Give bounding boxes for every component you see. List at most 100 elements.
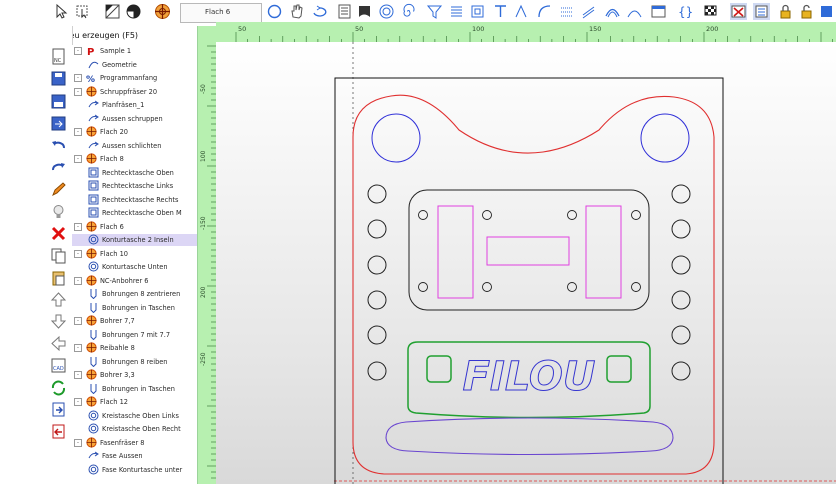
export-icon[interactable]: [50, 115, 67, 132]
lightbulb-icon[interactable]: [50, 203, 67, 220]
pan-hand-icon[interactable]: [288, 3, 305, 20]
center-pocket[interactable]: [408, 189, 650, 311]
collapse-toggle-icon[interactable]: -: [74, 47, 82, 55]
delete-icon[interactable]: [50, 225, 67, 242]
pocket-small-holes[interactable]: [418, 210, 641, 292]
bottom-slot[interactable]: [385, 417, 674, 456]
material-icon[interactable]: [104, 3, 121, 20]
collapse-toggle-icon[interactable]: -: [74, 398, 82, 406]
engraved-text[interactable]: FILOU: [462, 354, 596, 401]
tree-item[interactable]: Konturtasche 2 Inseln: [72, 234, 197, 246]
tree-group[interactable]: -% Programmanfang: [72, 72, 197, 85]
grid-dots-icon[interactable]: [558, 3, 575, 20]
tree-item[interactable]: Aussen schruppen: [72, 113, 197, 125]
tree-item[interactable]: Rechtecktasche Oben M: [72, 207, 197, 219]
circle-top-left[interactable]: [371, 113, 421, 163]
hatch-icon[interactable]: [580, 3, 597, 20]
checkered-flag-icon[interactable]: [702, 3, 719, 20]
tool-shape-icon[interactable]: [356, 3, 373, 20]
collapse-toggle-icon[interactable]: -: [74, 317, 82, 325]
tree-item[interactable]: Bohrungen 8 reiben: [72, 356, 197, 368]
holes-left[interactable]: [367, 184, 387, 381]
section-icon[interactable]: [336, 3, 353, 20]
tree-group[interactable]: - P Sample 1: [72, 45, 197, 58]
halftone-icon[interactable]: [125, 3, 142, 20]
island-right[interactable]: [606, 355, 632, 383]
double-arc-icon[interactable]: [626, 3, 643, 20]
layer-select[interactable]: Flach 6: [180, 3, 262, 23]
tree-item[interactable]: Rechtecktasche Rechts: [72, 194, 197, 206]
copy-icon[interactable]: [50, 247, 67, 264]
tree-group[interactable]: - Flach 12: [72, 396, 197, 408]
t-bar-icon[interactable]: [492, 3, 509, 20]
tree-group[interactable]: - Flach 8: [72, 153, 197, 165]
tree-item[interactable]: Bohrungen 7 mit 7.7: [72, 329, 197, 341]
delete-x-icon[interactable]: [730, 3, 747, 20]
tree-item[interactable]: Fase Konturtasche unter: [72, 464, 197, 476]
paste-icon[interactable]: [50, 269, 67, 286]
spiral-icon[interactable]: [400, 3, 417, 20]
tree-group[interactable]: - Flach 6: [72, 220, 197, 233]
braces-icon[interactable]: {}: [676, 3, 693, 20]
tree-item[interactable]: Geometrie: [72, 59, 197, 71]
tree-group[interactable]: - Flach 10: [72, 247, 197, 260]
collapse-toggle-icon[interactable]: -: [74, 344, 82, 352]
tree-group[interactable]: - Fasenfräser 8: [72, 436, 197, 449]
circle-pattern-icon[interactable]: [378, 3, 395, 20]
tree-item[interactable]: Bohrungen in Taschen: [72, 383, 197, 395]
tree-item[interactable]: Planfräsen_1: [72, 99, 197, 111]
zoom-window-icon[interactable]: [74, 3, 91, 20]
cad-drawing[interactable]: FILOU: [216, 42, 836, 484]
collapse-toggle-icon[interactable]: -: [74, 249, 82, 258]
arc-icon[interactable]: [604, 3, 621, 20]
lock-icon[interactable]: [777, 3, 794, 20]
select-arrow-icon[interactable]: [54, 3, 71, 20]
tree-item[interactable]: Bohrungen in Taschen: [72, 302, 197, 314]
collapse-toggle-icon[interactable]: -: [74, 371, 82, 379]
nullpunkt-icon[interactable]: [154, 3, 171, 20]
regenerate-icon[interactable]: [50, 379, 67, 396]
tree-item[interactable]: Konturtasche Unten: [72, 261, 197, 273]
tree-item[interactable]: Rechtecktasche Oben: [72, 167, 197, 179]
cad-icon[interactable]: CAD: [50, 357, 67, 374]
collapse-toggle-icon[interactable]: -: [74, 155, 82, 163]
pocket-left[interactable]: [437, 205, 474, 299]
filter-icon[interactable]: [426, 3, 443, 20]
collapse-toggle-icon[interactable]: -: [74, 222, 82, 231]
tree-item[interactable]: Aussen schlichten: [72, 140, 197, 152]
pocket-right[interactable]: [585, 205, 622, 299]
undo-icon[interactable]: [50, 137, 67, 154]
tree-item[interactable]: Rechtecktasche Links: [72, 180, 197, 192]
bevel-icon[interactable]: [536, 3, 553, 20]
tree-group[interactable]: - Flach 20: [72, 126, 197, 138]
tree-item[interactable]: Bohrungen 8 zentrieren: [72, 288, 197, 300]
tree-item[interactable]: Kreistasche Oben Recht: [72, 423, 197, 435]
tree-group[interactable]: - Bohrer 3,3: [72, 369, 197, 381]
tree-group[interactable]: - Bohrer 7,7: [72, 315, 197, 327]
tree-group[interactable]: - Reibahle 8: [72, 342, 197, 354]
engrave-icon[interactable]: [513, 3, 530, 20]
rotate-3d-icon[interactable]: [311, 3, 328, 20]
island-left[interactable]: [426, 355, 452, 383]
tree-group[interactable]: - Schruppfräser 20: [72, 85, 197, 98]
pencil-icon[interactable]: [50, 181, 67, 198]
collapse-toggle-icon[interactable]: -: [74, 128, 82, 136]
collapse-toggle-icon[interactable]: -: [74, 438, 82, 447]
unlock-icon[interactable]: [798, 3, 815, 20]
layers-icon[interactable]: [753, 3, 770, 20]
nc-file-icon[interactable]: NC: [50, 48, 67, 65]
tree-item[interactable]: Kreistasche Oben Links: [72, 410, 197, 422]
move-left-icon[interactable]: [50, 335, 67, 352]
tree-group[interactable]: - NC-Anbohrer 6: [72, 274, 197, 287]
holes-right[interactable]: [671, 184, 691, 381]
overflow-icon[interactable]: [818, 3, 835, 20]
move-down-icon[interactable]: [50, 313, 67, 330]
pocket-middle[interactable]: [486, 236, 570, 266]
frame-icon[interactable]: [469, 3, 486, 20]
redo-icon[interactable]: [50, 159, 67, 176]
collapse-toggle-icon[interactable]: -: [74, 74, 82, 82]
window-icon[interactable]: [650, 3, 667, 20]
stock-outline[interactable]: [334, 77, 724, 484]
save-disk-icon[interactable]: [50, 70, 67, 87]
move-up-icon[interactable]: [50, 291, 67, 308]
